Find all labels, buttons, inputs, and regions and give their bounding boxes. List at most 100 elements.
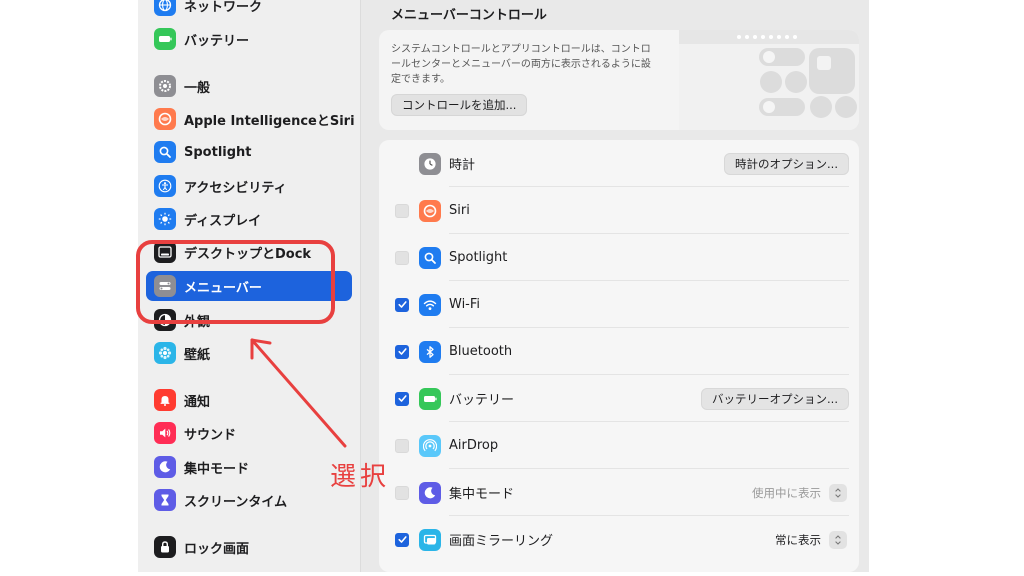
sidebar-item-label: ディスプレイ [184, 213, 262, 229]
sidebar-item[interactable]: バッテリー [146, 24, 352, 54]
sidebar-item-label: 外観 [184, 314, 211, 330]
chevron-updown-icon [829, 483, 847, 502]
sidebar-item[interactable]: 外観 [146, 305, 352, 335]
checkbox-unchecked[interactable] [395, 438, 409, 453]
speaker-icon [154, 422, 176, 444]
sun-icon [154, 208, 176, 230]
control-row: 時計 時計のオプション... [379, 140, 859, 187]
sidebar-item-label: 一般 [184, 80, 211, 96]
sidebar-item[interactable]: Apple IntelligenceとSiri [146, 104, 355, 134]
sidebar-item-label: サウンド [184, 427, 237, 443]
sidebar-item[interactable]: ロック画面 [146, 532, 352, 562]
control-row-label: Bluetooth [449, 344, 513, 359]
screenshot-stage: ネットワーク バッテリー 一般 Apple IntelligenceとSiri Spot… [0, 0, 1024, 576]
visibility-popup[interactable]: 常に表示 [775, 530, 847, 549]
moon-icon [419, 481, 441, 504]
sidebar-item-label: スクリーンタイム [184, 494, 288, 510]
control-row: 集中モード 使用中に表示 [379, 469, 859, 516]
sidebar-item-label: Spotlight [184, 144, 252, 160]
siri-icon [419, 199, 441, 222]
options-button[interactable]: バッテリーオプション... [701, 387, 849, 410]
visibility-popup[interactable]: 使用中に表示 [752, 483, 847, 502]
checkbox-checked[interactable] [395, 391, 409, 406]
sidebar-item-label: Apple IntelligenceとSiri [184, 113, 355, 129]
control-row: AirDrop [379, 422, 859, 469]
control-row: Bluetooth [379, 328, 859, 375]
mirroring-icon [419, 528, 441, 551]
control-center-preview [679, 30, 859, 130]
control-row: Spotlight [379, 234, 859, 281]
control-row-label: Spotlight [449, 250, 508, 265]
visibility-popup-value: 常に表示 [775, 532, 821, 547]
magnifier-icon [419, 246, 441, 269]
visibility-popup-value: 使用中に表示 [752, 485, 821, 500]
control-center-preview-graphic [679, 30, 859, 118]
menubar-controls-list: 時計 時計のオプション... Siri Spotlight Wi-Fi Bluetooth… [379, 140, 859, 572]
sidebar-item-label: デスクトップとDock [184, 246, 312, 262]
control-row-label: Wi-Fi [449, 297, 481, 312]
sidebar-item[interactable]: アクセシビリティ [146, 171, 352, 201]
accessibility-icon [154, 175, 176, 197]
moon-icon [154, 456, 176, 478]
dock-icon [154, 241, 176, 263]
sidebar-item[interactable]: スクリーンタイム [146, 485, 352, 515]
sidebar-item-label: 壁紙 [184, 347, 211, 363]
wifi-icon [419, 293, 441, 316]
sidebar-item[interactable]: ディスプレイ [146, 204, 352, 234]
gear-icon [154, 75, 176, 97]
checkbox-checked[interactable] [395, 532, 409, 547]
sidebar-item[interactable]: 集中モード [146, 452, 352, 482]
sidebar-item[interactable]: メニューバー [146, 271, 352, 301]
battery-icon [154, 28, 176, 50]
control-row-label: AirDrop [449, 438, 499, 453]
battery-icon [419, 387, 441, 410]
info-description: システムコントロールとアプリコントロールは、コントロールセンターとメニューバーの… [391, 44, 651, 85]
system-settings-window: ネットワーク バッテリー 一般 Apple IntelligenceとSiri Spot… [138, 0, 869, 572]
wallpaper-icon [154, 342, 176, 364]
sidebar-item-label: アクセシビリティ [184, 180, 287, 196]
globe-icon [154, 0, 176, 16]
control-row-label: Siri [449, 203, 470, 218]
appearance-icon [154, 309, 176, 331]
sidebar: ネットワーク バッテリー一般 Apple IntelligenceとSiri Spot… [138, 0, 360, 572]
control-row-label: 画面ミラーリング [449, 534, 554, 549]
checkbox-unchecked[interactable] [395, 203, 409, 218]
sidebar-item[interactable]: デスクトップとDock [146, 237, 352, 267]
options-button[interactable]: 時計のオプション... [724, 152, 849, 175]
sidebar-item-label: バッテリー [184, 33, 250, 49]
section-title: メニューバーコントロール [391, 8, 547, 23]
control-row: Wi-Fi [379, 281, 859, 328]
airdrop-icon [419, 434, 441, 457]
sidebar-item[interactable]: 一般 [146, 71, 352, 101]
sidebar-item-label: 集中モード [184, 461, 250, 477]
checkbox-checked[interactable] [395, 297, 409, 312]
control-row: バッテリー バッテリーオプション... [379, 375, 859, 422]
bluetooth-icon [419, 340, 441, 363]
clock-icon [419, 152, 441, 175]
control-row-label: 集中モード [449, 487, 515, 502]
hourglass-icon [154, 489, 176, 511]
checkbox-checked[interactable] [395, 344, 409, 359]
sidebar-item-label: ネットワーク [184, 0, 263, 15]
sidebar-item[interactable]: サウンド [146, 418, 352, 448]
checkbox-unchecked[interactable] [395, 485, 409, 500]
sidebar-item-label: 通知 [184, 394, 211, 410]
control-row-label: バッテリー [449, 393, 515, 408]
sidebar-item[interactable]: Spotlight [146, 137, 352, 167]
info-card: システムコントロールとアプリコントロールは、コントロールセンターとメニューバーの… [379, 30, 859, 130]
control-row: 画面ミラーリング 常に表示 [379, 516, 859, 563]
bell-icon [154, 389, 176, 411]
siri-icon [154, 108, 176, 130]
sidebar-item-label: ロック画面 [184, 541, 250, 557]
control-row: Siri [379, 187, 859, 234]
sidebar-item[interactable]: ネットワーク [146, 0, 352, 20]
magnifier-icon [154, 141, 176, 163]
main-content: メニューバーコントロール システムコントロールとアプリコントロールは、コントロー… [361, 0, 869, 572]
lock-icon [154, 536, 176, 558]
sidebar-item[interactable]: 壁紙 [146, 338, 352, 368]
chevron-updown-icon [829, 530, 847, 549]
checkbox-unchecked[interactable] [395, 250, 409, 265]
sidebar-item[interactable]: 通知 [146, 385, 352, 415]
add-control-button[interactable]: コントロールを追加... [391, 94, 528, 116]
sidebar-item-label: メニューバー [184, 280, 262, 296]
